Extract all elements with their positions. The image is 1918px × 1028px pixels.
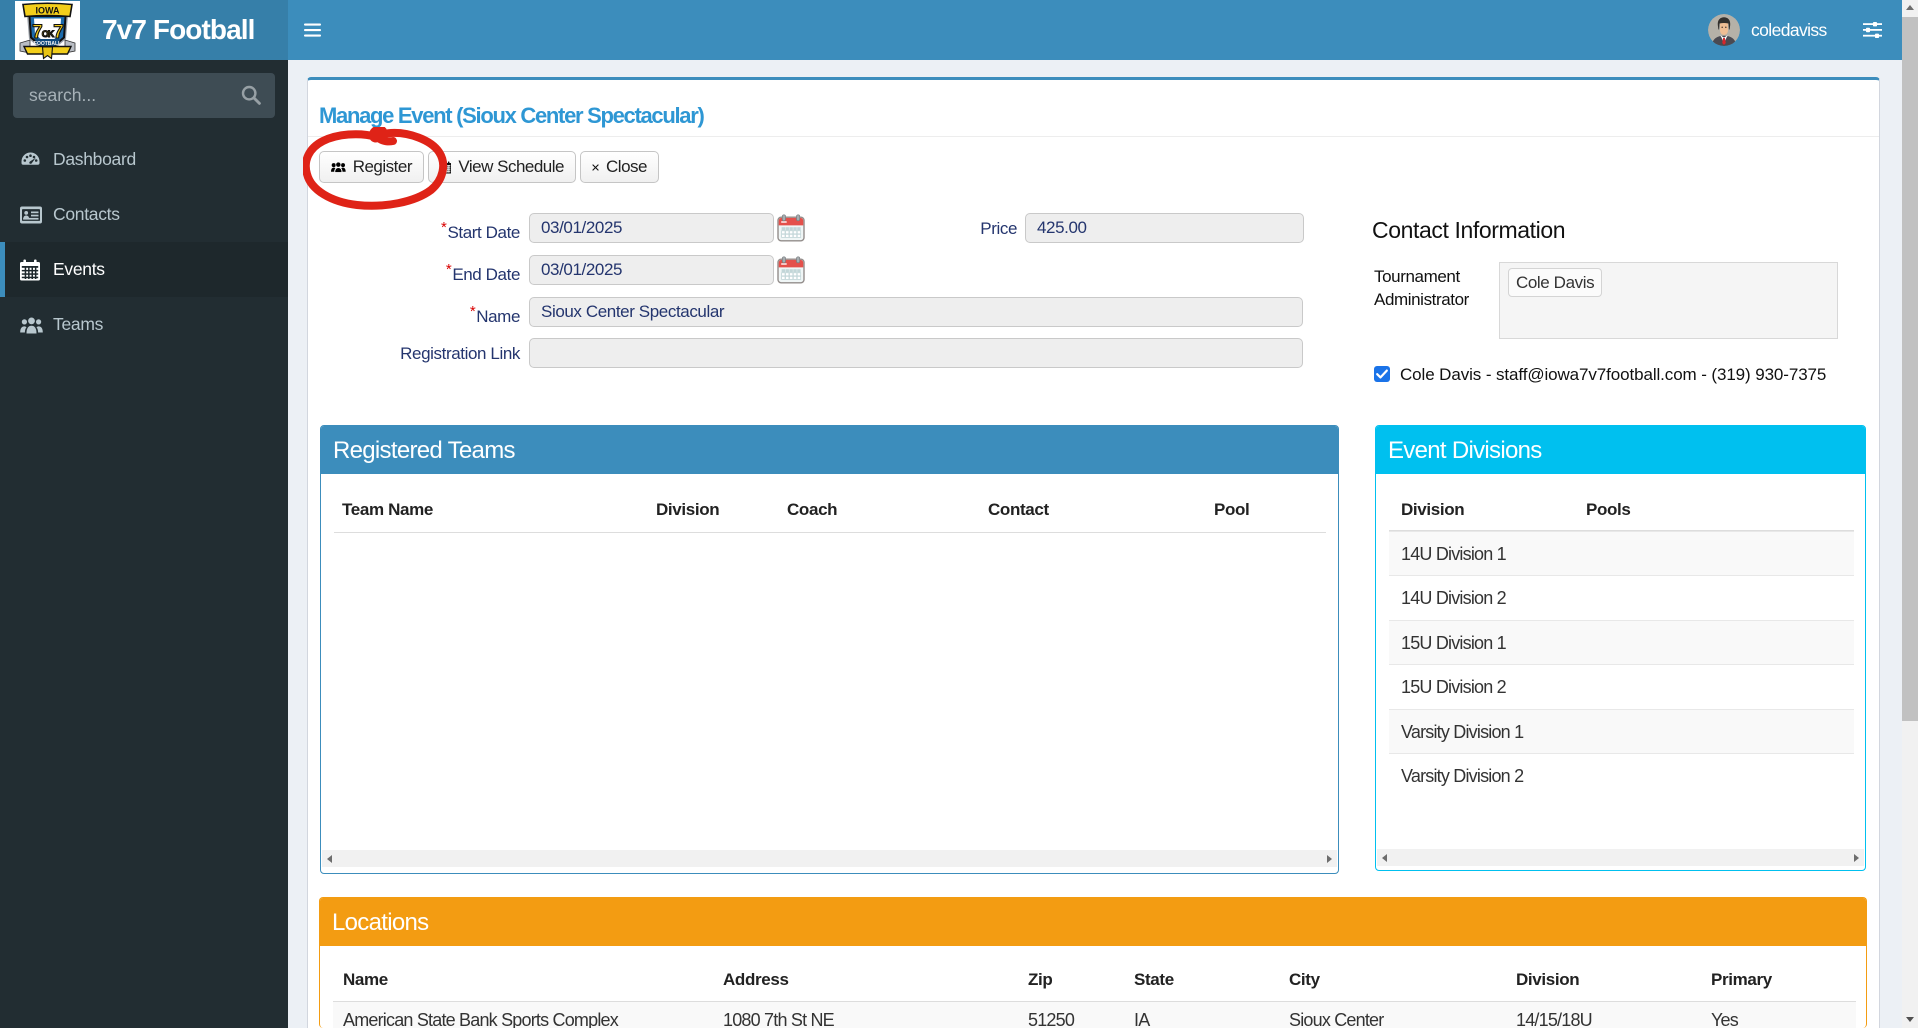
svg-text:IOWA: IOWA	[36, 6, 60, 16]
